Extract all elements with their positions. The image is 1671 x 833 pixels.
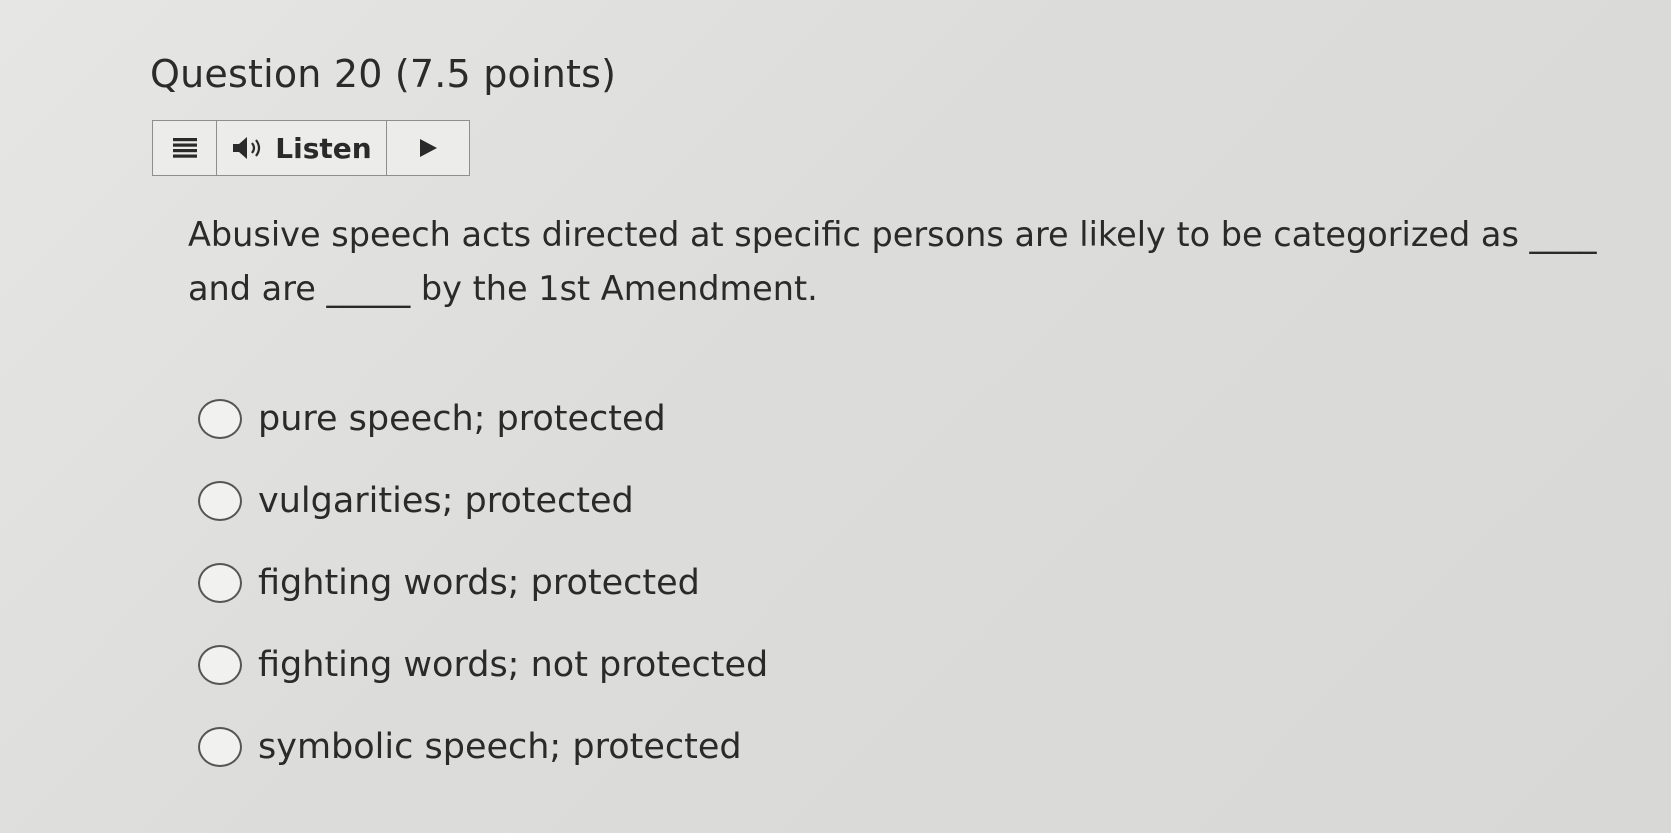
answer-option[interactable]: fighting words; not protected: [198, 624, 768, 706]
radio-button[interactable]: [198, 563, 242, 603]
question-text: Abusive speech acts directed at specific…: [188, 208, 1671, 316]
answer-options: pure speech; protected vulgarities; prot…: [198, 378, 768, 788]
play-button[interactable]: [387, 121, 469, 175]
question-title: Question 20 (7.5 points): [150, 52, 617, 96]
listen-label: Listen: [275, 131, 372, 165]
menu-icon: [172, 138, 197, 158]
radio-button[interactable]: [198, 481, 242, 521]
answer-option-label: fighting words; protected: [258, 563, 700, 603]
listen-button[interactable]: Listen: [217, 121, 387, 175]
question-text-line-1: Abusive speech acts directed at specific…: [188, 215, 1597, 254]
radio-button[interactable]: [198, 645, 242, 685]
answer-option[interactable]: fighting words; protected: [198, 542, 768, 624]
answer-option-label: vulgarities; protected: [258, 481, 634, 521]
radio-button[interactable]: [198, 727, 242, 767]
read-aloud-toolbar: Listen: [152, 120, 470, 176]
answer-option[interactable]: pure speech; protected: [198, 378, 768, 460]
answer-option[interactable]: vulgarities; protected: [198, 460, 768, 542]
answer-option-label: symbolic speech; protected: [258, 727, 742, 767]
answer-option-label: fighting words; not protected: [258, 645, 769, 685]
answer-option-label: pure speech; protected: [258, 399, 666, 439]
question-text-line-2: and are _____ by the 1st Amendment.: [188, 269, 818, 308]
play-icon: [420, 139, 437, 157]
answer-option[interactable]: symbolic speech; protected: [198, 706, 768, 788]
toolbar-menu-button[interactable]: [153, 121, 217, 175]
radio-button[interactable]: [198, 399, 242, 439]
quiz-page: Question 20 (7.5 points) Listen Abusive …: [0, 0, 1671, 833]
speaker-icon: [233, 137, 261, 159]
